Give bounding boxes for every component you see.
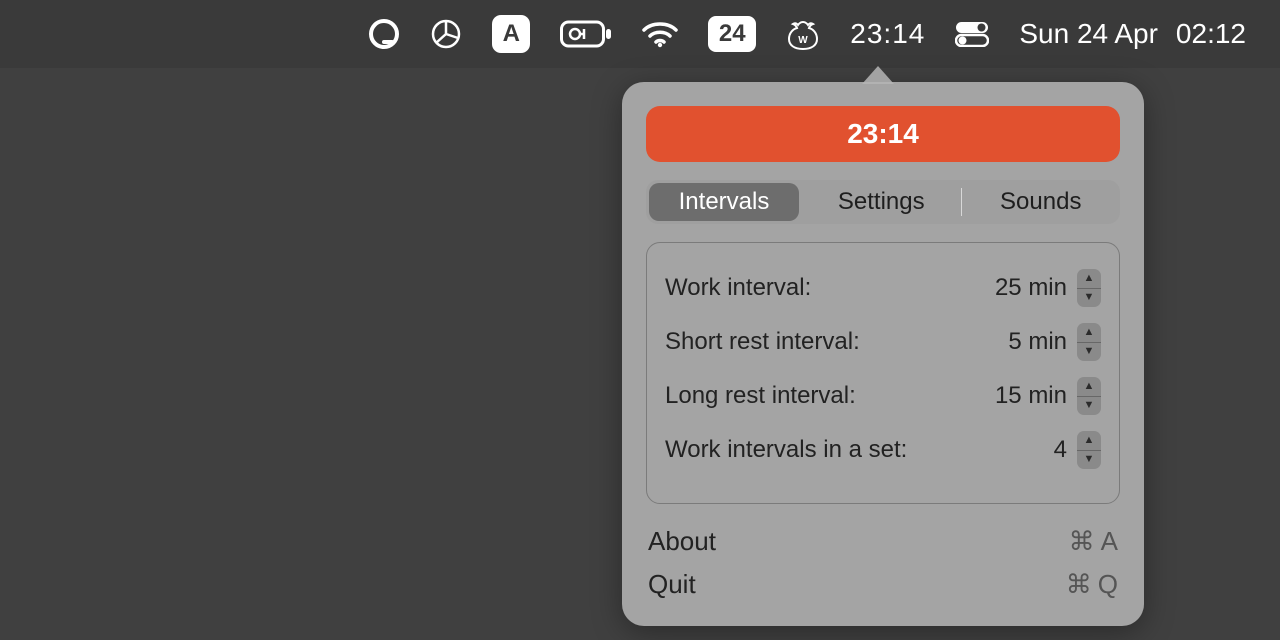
timer-button-time: 23:14 bbox=[847, 118, 919, 150]
long-rest-label: Long rest interval: bbox=[665, 382, 856, 410]
quit-shortcut-key: Q bbox=[1098, 569, 1118, 600]
tab-settings-label: Settings bbox=[838, 188, 925, 216]
long-rest-value: 15 min bbox=[995, 382, 1067, 410]
wifi-icon[interactable] bbox=[642, 20, 678, 48]
menu-bar-time: 02:12 bbox=[1176, 18, 1246, 50]
row-work-interval: Work interval: 25 min ▲▼ bbox=[665, 261, 1101, 315]
about-shortcut: ⌘ A bbox=[1069, 526, 1118, 557]
work-interval-stepper[interactable]: ▲▼ bbox=[1077, 269, 1101, 307]
short-rest-label: Short rest interval: bbox=[665, 328, 860, 356]
tab-intervals[interactable]: Intervals bbox=[649, 183, 799, 221]
intervals-in-set-label: Work intervals in a set: bbox=[665, 436, 907, 464]
command-icon: ⌘ bbox=[1069, 526, 1095, 557]
tab-sounds[interactable]: Sounds bbox=[962, 180, 1121, 224]
calendar-badge-icon[interactable]: 24 bbox=[708, 16, 756, 52]
grammarly-icon[interactable] bbox=[368, 18, 400, 50]
menu-bar-date: Sun 24 Apr bbox=[1019, 18, 1158, 50]
intervals-in-set-stepper[interactable]: ▲▼ bbox=[1077, 431, 1101, 469]
quit-menu-item[interactable]: Quit ⌘ Q bbox=[646, 563, 1120, 606]
work-interval-label: Work interval: bbox=[665, 274, 811, 302]
about-shortcut-key: A bbox=[1101, 526, 1118, 557]
intervals-panel: Work interval: 25 min ▲▼ Short rest inte… bbox=[646, 242, 1120, 504]
tab-sounds-label: Sounds bbox=[1000, 188, 1081, 216]
work-interval-value: 25 min bbox=[995, 274, 1067, 302]
svg-text:W: W bbox=[799, 35, 809, 46]
row-long-rest: Long rest interval: 15 min ▲▼ bbox=[665, 369, 1101, 423]
menu-bar-clock[interactable]: Sun 24 Apr 02:12 bbox=[1019, 18, 1246, 50]
battery-charging-icon[interactable] bbox=[560, 19, 612, 49]
pie-chart-icon[interactable] bbox=[430, 18, 462, 50]
row-intervals-in-set: Work intervals in a set: 4 ▲▼ bbox=[665, 423, 1101, 477]
popover-footer: About ⌘ A Quit ⌘ Q bbox=[646, 520, 1120, 606]
tab-intervals-label: Intervals bbox=[679, 188, 770, 216]
intervals-in-set-value: 4 bbox=[1054, 436, 1067, 464]
quit-label: Quit bbox=[648, 569, 696, 600]
long-rest-stepper[interactable]: ▲▼ bbox=[1077, 377, 1101, 415]
about-menu-item[interactable]: About ⌘ A bbox=[646, 520, 1120, 563]
app-tomato-icon[interactable]: W bbox=[786, 17, 820, 51]
tab-settings[interactable]: Settings bbox=[802, 180, 961, 224]
short-rest-value: 5 min bbox=[1008, 328, 1067, 356]
input-source-icon[interactable]: A bbox=[492, 15, 530, 53]
control-center-icon[interactable] bbox=[955, 21, 989, 47]
short-rest-stepper[interactable]: ▲▼ bbox=[1077, 323, 1101, 361]
command-icon: ⌘ bbox=[1066, 569, 1092, 600]
menu-bar: A 24 W 23:14 bbox=[0, 0, 1280, 68]
quit-shortcut: ⌘ Q bbox=[1066, 569, 1118, 600]
timer-button[interactable]: 23:14 bbox=[646, 106, 1120, 162]
about-label: About bbox=[648, 526, 716, 557]
timer-popover: 23:14 Intervals Settings Sounds Work int… bbox=[622, 82, 1144, 626]
menu-bar-timer[interactable]: 23:14 bbox=[850, 18, 925, 50]
row-short-rest: Short rest interval: 5 min ▲▼ bbox=[665, 315, 1101, 369]
tab-bar: Intervals Settings Sounds bbox=[646, 180, 1120, 224]
